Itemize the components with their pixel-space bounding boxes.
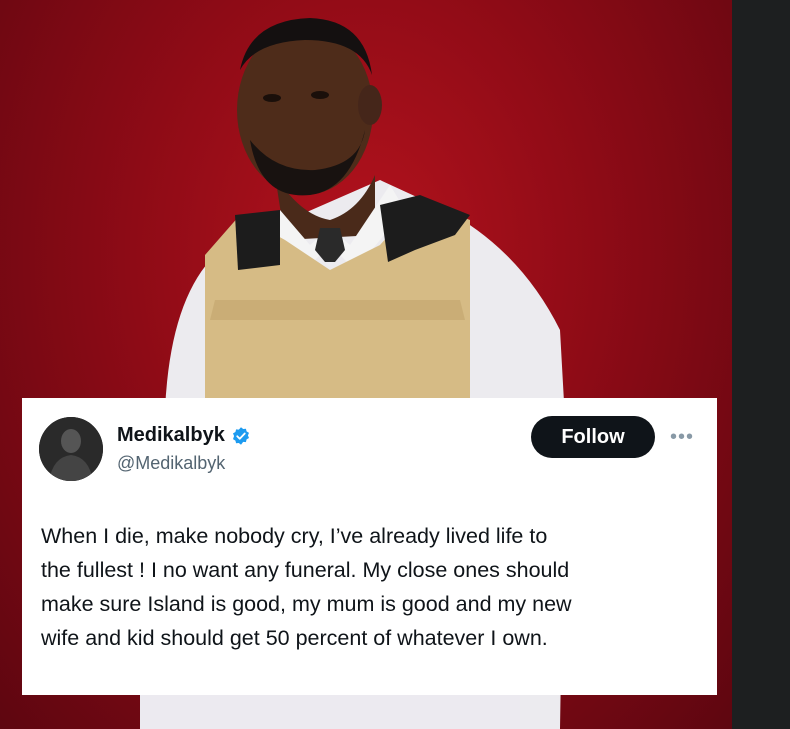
tweet-text-line: the fullest ! I no want any funeral. My … [41, 558, 570, 582]
tweet-card: Medikalbyk @Medikalbyk Follow ••• When I… [22, 398, 717, 695]
follow-button[interactable]: Follow [531, 416, 655, 458]
right-edge-strip [732, 0, 790, 729]
more-options-icon[interactable]: ••• [670, 426, 694, 449]
tweet-text-line: wife and kid should get 50 percent of wh… [41, 626, 548, 650]
avatar[interactable] [39, 417, 103, 481]
tweet-text-line: make sure Island is good, my mum is good… [41, 592, 572, 616]
handle[interactable]: @Medikalbyk [117, 453, 225, 474]
name-row: Medikalbyk [117, 424, 251, 447]
verified-badge-icon [232, 426, 249, 445]
avatar-image [39, 417, 103, 481]
tweet-text: When I die, make nobody cry, I’ve alread… [41, 519, 701, 655]
display-name[interactable]: Medikalbyk [117, 424, 225, 447]
tweet-text-line: When I die, make nobody cry, I’ve alread… [41, 524, 548, 548]
